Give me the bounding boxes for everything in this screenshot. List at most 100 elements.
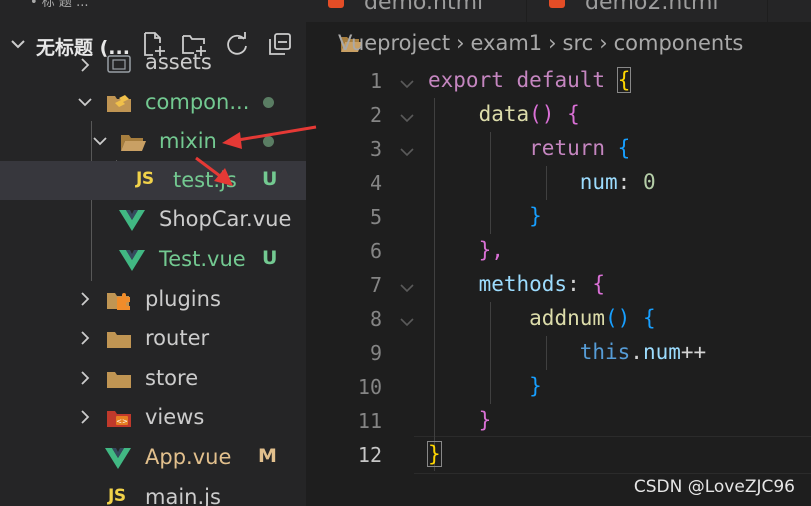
tree-item-router[interactable]: router [0,319,306,358]
chevron-right-icon [81,331,90,345]
plugins-folder-icon [107,293,130,310]
code-token-function: addnum [529,306,606,330]
tree-item-label: main.js [145,485,221,506]
tree-item-label: store [145,366,199,390]
line-number: 6 [369,239,382,263]
code-editor[interactable]: 1 2 3 4 5 6 7 8 9 10 11 12 export defaul… [306,64,811,506]
tab-demo-html[interactable]: demo.html [306,0,527,22]
code-line: } [428,204,542,228]
tree-item-label: views [145,405,205,429]
code-token-function: data [478,102,530,126]
breadcrumb-path: Vueproject › exam1 › src › components [338,31,743,55]
tree-item-shopcar-vue[interactable]: ShopCar.vue [0,200,306,239]
fold-chevron-icon[interactable] [398,109,416,127]
code-line: export default { [428,67,632,93]
tree-item-label: router [145,326,210,350]
code-token-keyword: export [428,68,504,92]
breadcrumb: Vueproject › exam1 › src › components [306,22,811,66]
tree-item-store[interactable]: store [0,359,306,398]
chevron-down-icon [93,137,107,146]
git-status-dot [263,136,274,147]
js-file-icon: JS [108,486,126,506]
js-file-icon: JS [136,169,154,189]
fold-chevron-icon[interactable] [398,313,416,331]
code-token-property: num [579,170,618,194]
code-token-keyword: default [516,68,606,92]
breadcrumb-separator-icon: › [456,31,465,55]
folder-open-icon [121,135,146,151]
code-line: methods: { [428,272,605,296]
line-number: 11 [357,409,382,433]
code-line: }, [428,238,504,262]
tree-item-label: plugins [145,287,221,311]
tab-label: demo.html [364,0,484,15]
line-number-active: 12 [357,443,382,467]
chevron-right-icon [81,292,90,306]
tree-item-test-js[interactable]: JS test.js U [0,161,306,200]
tree-item-label: Test.vue [159,247,246,271]
code-line: } [427,441,442,467]
clipped-title-text: • 标 题 ... [30,0,89,10]
code-line: } [428,408,492,432]
tab-demo2-html[interactable]: demo2.html [527,0,768,22]
folder-icon [107,332,131,348]
components-folder-icon [107,95,131,112]
code-line: } [428,374,542,398]
tree-item-views[interactable]: <> views [0,398,306,437]
vue-file-icon [119,250,145,271]
fold-chevron-icon[interactable] [398,75,416,93]
tree-item-label: ShopCar.vue [159,207,292,231]
git-badge-modified: M [258,445,277,467]
code-token-brace: { [592,272,606,296]
vue-file-icon [105,448,131,469]
line-number: 7 [369,273,382,297]
code-token-brace: { [642,306,656,330]
code-token-punct: . [630,340,643,364]
code-token-brace: } [529,374,542,398]
code-token-keyword: return [529,136,606,160]
tree-item-label: App.vue [145,445,232,469]
tree-item-mixin[interactable]: mixin [0,122,306,161]
svg-text:<>: <> [116,418,128,426]
git-badge-untracked: U [262,168,278,190]
line-number: 3 [369,137,382,161]
folder-icon [107,372,131,388]
code-token-number: 0 [642,170,656,194]
chevron-right-icon [81,371,90,385]
chevron-down-icon [78,98,92,107]
tree-item-plugins[interactable]: plugins [0,280,306,319]
line-number: 9 [369,341,382,365]
code-line: num: 0 [428,170,656,194]
fold-chevron-icon[interactable] [398,143,416,161]
git-badge-untracked: U [262,247,278,269]
breadcrumb-item[interactable]: Vueproject [338,31,450,55]
tree-item-components[interactable]: compon... [0,83,306,122]
code-token-punct: : [567,272,580,296]
code-token-paren: () [529,102,555,126]
code-token-brace: } [478,408,492,432]
breadcrumb-separator-icon: › [599,31,608,55]
tree-item-test-vue[interactable]: Test.vue U [0,240,306,279]
views-folder-icon: <> [107,411,131,427]
fold-chevron-icon[interactable] [398,279,416,297]
code-line: data() { [428,102,580,126]
breadcrumb-item[interactable]: src [563,31,594,55]
breadcrumb-item[interactable]: components [614,31,744,55]
chevron-right-icon [81,58,90,72]
tree-item-label: mixin [159,129,217,153]
html-file-icon [328,0,344,8]
tree-item-main-js[interactable]: JS main.js [0,478,306,506]
line-number: 2 [369,103,382,127]
explorer-sidebar: • 标 题 ... 无标题 (... assets compon... mixi… [0,0,306,506]
breadcrumb-item[interactable]: exam1 [470,31,542,55]
tree-item-assets[interactable]: assets [0,46,306,85]
code-token-brace: } [529,204,542,228]
code-token-brace: { [567,102,580,126]
code-token-brace: } [427,441,442,467]
line-number: 5 [369,205,382,229]
tree-item-app-vue[interactable]: App.vue M [0,438,306,477]
tree-item-label: test.js [173,168,237,192]
line-number: 1 [369,69,382,93]
line-number: 10 [357,375,382,399]
folder-icon [107,55,131,73]
